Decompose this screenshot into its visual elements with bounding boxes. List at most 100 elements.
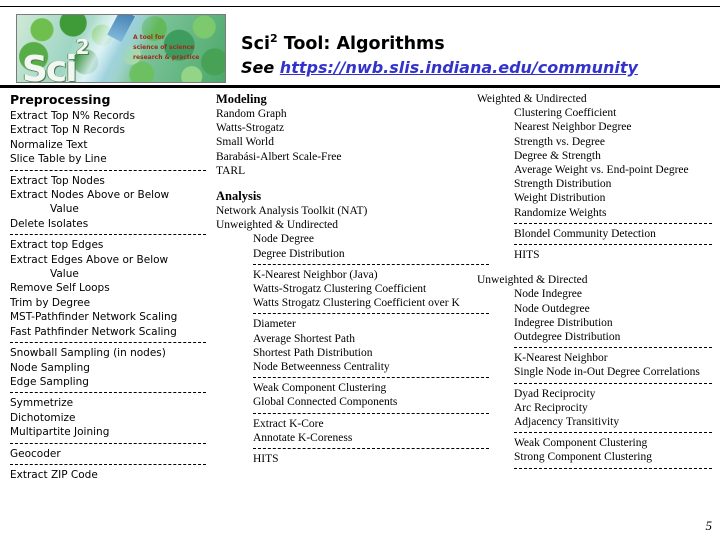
- algorithm-item[interactable]: Barabási-Albert Scale-Free: [216, 150, 471, 164]
- logo-wordmark-text: Sci: [22, 49, 78, 83]
- algorithm-item[interactable]: Extract Top N Records: [10, 123, 210, 137]
- algorithm-item[interactable]: Indegree Distribution: [477, 316, 717, 330]
- algorithm-item[interactable]: Weak Component Clustering: [477, 436, 717, 450]
- algorithm-item[interactable]: Outdegree Distribution: [477, 330, 717, 344]
- algorithm-item-continuation: Value: [50, 203, 79, 216]
- section-divider: [514, 382, 712, 384]
- algorithm-item[interactable]: Multipartite Joining: [10, 425, 210, 439]
- algorithm-item[interactable]: Weight Distribution: [477, 191, 717, 205]
- algorithm-item[interactable]: Node Outdegree: [477, 302, 717, 316]
- algorithm-item[interactable]: K-Nearest Neighbor (Java): [216, 268, 471, 282]
- algorithm-item[interactable]: Global Connected Components: [216, 395, 471, 409]
- section-divider: [253, 313, 489, 315]
- algorithm-item[interactable]: Average Shortest Path: [216, 332, 471, 346]
- logo-tagline-line-3: research & practice: [133, 53, 200, 61]
- section-divider: [10, 169, 206, 171]
- algorithm-item[interactable]: Unweighted & Undirected: [216, 218, 471, 232]
- section-divider: [10, 463, 206, 465]
- algorithm-item[interactable]: Network Analysis Toolkit (NAT): [216, 204, 471, 218]
- algorithm-item[interactable]: Adjacency Transitivity: [477, 415, 717, 429]
- section-heading-modeling: Modeling: [216, 92, 267, 106]
- logo-tagline: A tool for science of science research &…: [133, 33, 219, 63]
- algorithm-item[interactable]: Strength vs. Degree: [477, 135, 717, 149]
- analysis-list: Network Analysis Toolkit (NAT) Unweighted…: [216, 204, 489, 466]
- algorithm-item[interactable]: Shortest Path Distribution: [216, 346, 471, 360]
- algorithm-item[interactable]: Watts-Strogatz Clustering Coefficient: [216, 282, 471, 296]
- algorithm-item[interactable]: Degree & Strength: [477, 149, 717, 163]
- see-label: See: [241, 57, 280, 77]
- algorithm-item[interactable]: Geocoder: [10, 447, 210, 461]
- algorithm-item[interactable]: Extract K-Core: [216, 417, 471, 431]
- algorithm-item[interactable]: Delete Isolates: [10, 217, 210, 231]
- section-divider: [253, 377, 489, 379]
- algorithm-item[interactable]: Fast Pathfinder Network Scaling: [10, 325, 210, 339]
- weighted-unweighted-spacer: [477, 262, 717, 273]
- algorithm-item[interactable]: Slice Table by Line: [10, 152, 210, 166]
- algorithm-item[interactable]: Small World: [216, 135, 471, 149]
- algorithm-item[interactable]: HITS: [477, 248, 717, 262]
- algorithm-item[interactable]: Watts Strogatz Clustering Coefficient ov…: [216, 296, 471, 310]
- page-number: 5: [705, 518, 713, 533]
- algorithm-item[interactable]: Annotate K-Coreness: [216, 431, 471, 445]
- section-divider: [514, 432, 712, 434]
- algorithm-item[interactable]: Extract Nodes Above or Below Value: [10, 188, 210, 217]
- section-divider: [253, 412, 489, 414]
- algorithm-item[interactable]: Extract top Edges: [10, 238, 210, 252]
- algorithm-item[interactable]: Weak Component Clustering: [216, 381, 471, 395]
- page-title-sci: Sci: [241, 33, 270, 54]
- slide-page: Sci2 A tool for science of science resea…: [0, 0, 720, 540]
- algorithm-item[interactable]: Symmetrize: [10, 396, 210, 410]
- algorithm-item[interactable]: Dichotomize: [10, 411, 210, 425]
- algorithm-item[interactable]: Trim by Degree: [10, 296, 210, 310]
- header-divider-rule: [0, 85, 720, 88]
- algorithm-item[interactable]: Node Sampling: [10, 361, 210, 375]
- algorithm-item[interactable]: HITS: [216, 452, 471, 466]
- community-url-link[interactable]: https://nwb.slis.indiana.edu/community: [280, 58, 638, 77]
- algorithm-item[interactable]: Randomize Weights: [477, 206, 717, 220]
- algorithm-item[interactable]: Clustering Coefficient: [477, 106, 717, 120]
- algorithm-item[interactable]: Node Betweenness Centrality: [216, 360, 471, 374]
- top-rule: [0, 6, 720, 7]
- algorithm-item[interactable]: Watts-Strogatz: [216, 121, 471, 135]
- algorithm-item[interactable]: Extract Edges Above or Below Value: [10, 253, 210, 282]
- page-subtitle: See https://nwb.slis.indiana.edu/communi…: [241, 58, 711, 79]
- header-text-block: Sci2 Tool: Algorithms See https://nwb.sl…: [241, 32, 711, 79]
- section-divider: [10, 442, 206, 444]
- section-divider: [10, 392, 206, 394]
- algorithm-item[interactable]: Strength Distribution: [477, 177, 717, 191]
- section-divider: [514, 347, 712, 349]
- algorithm-item[interactable]: Strong Component Clustering: [477, 450, 717, 464]
- algorithm-item[interactable]: Node Indegree: [477, 287, 717, 301]
- algorithm-item[interactable]: Extract Top N% Records: [10, 109, 210, 123]
- section-divider: [514, 222, 712, 224]
- logo-wordmark-superscript: 2: [75, 35, 90, 59]
- preprocessing-list: Extract Top N% Records Extract Top N Reco…: [10, 109, 210, 482]
- algorithm-item[interactable]: Single Node in-Out Degree Correlations: [477, 365, 717, 379]
- algorithm-item[interactable]: Extract ZIP Code: [10, 468, 210, 482]
- logo-tagline-line-1: A tool for: [133, 34, 165, 41]
- algorithm-item[interactable]: Snowball Sampling (in nodes): [10, 346, 210, 360]
- algorithm-item[interactable]: Blondel Community Detection: [477, 227, 717, 241]
- algorithm-item-continuation: Value: [50, 268, 79, 281]
- algorithm-item[interactable]: Normalize Text: [10, 138, 210, 152]
- algorithm-item[interactable]: K-Nearest Neighbor: [477, 351, 717, 365]
- algorithm-item[interactable]: Random Graph: [216, 107, 471, 121]
- algorithm-item[interactable]: Remove Self Loops: [10, 281, 210, 295]
- algorithm-item[interactable]: Average Weight vs. End-point Degree: [477, 163, 717, 177]
- algorithm-item[interactable]: Dyad Reciprocity: [477, 387, 717, 401]
- algorithm-item[interactable]: Edge Sampling: [10, 375, 210, 389]
- algorithm-item[interactable]: Diameter: [216, 317, 471, 331]
- algorithm-item[interactable]: Node Degree: [216, 232, 471, 246]
- algorithm-item[interactable]: TARL: [216, 164, 471, 178]
- algorithm-item[interactable]: Degree Distribution: [216, 247, 471, 261]
- algorithm-item[interactable]: MST-Pathfinder Network Scaling: [10, 310, 210, 324]
- algorithm-item[interactable]: Extract Top Nodes: [10, 174, 210, 188]
- section-divider: [514, 244, 712, 246]
- algorithm-item[interactable]: Arc Reciprocity: [477, 401, 717, 415]
- section-divider: [253, 263, 489, 265]
- algorithm-item[interactable]: Nearest Neighbor Degree: [477, 120, 717, 134]
- modeling-list: Random Graph Watts-Strogatz Small World Bar…: [216, 107, 471, 178]
- slide-header: Sci2 A tool for science of science resea…: [0, 10, 720, 84]
- section-heading-preprocessing: Preprocessing: [10, 92, 111, 107]
- modeling-analysis-spacer: [216, 178, 471, 189]
